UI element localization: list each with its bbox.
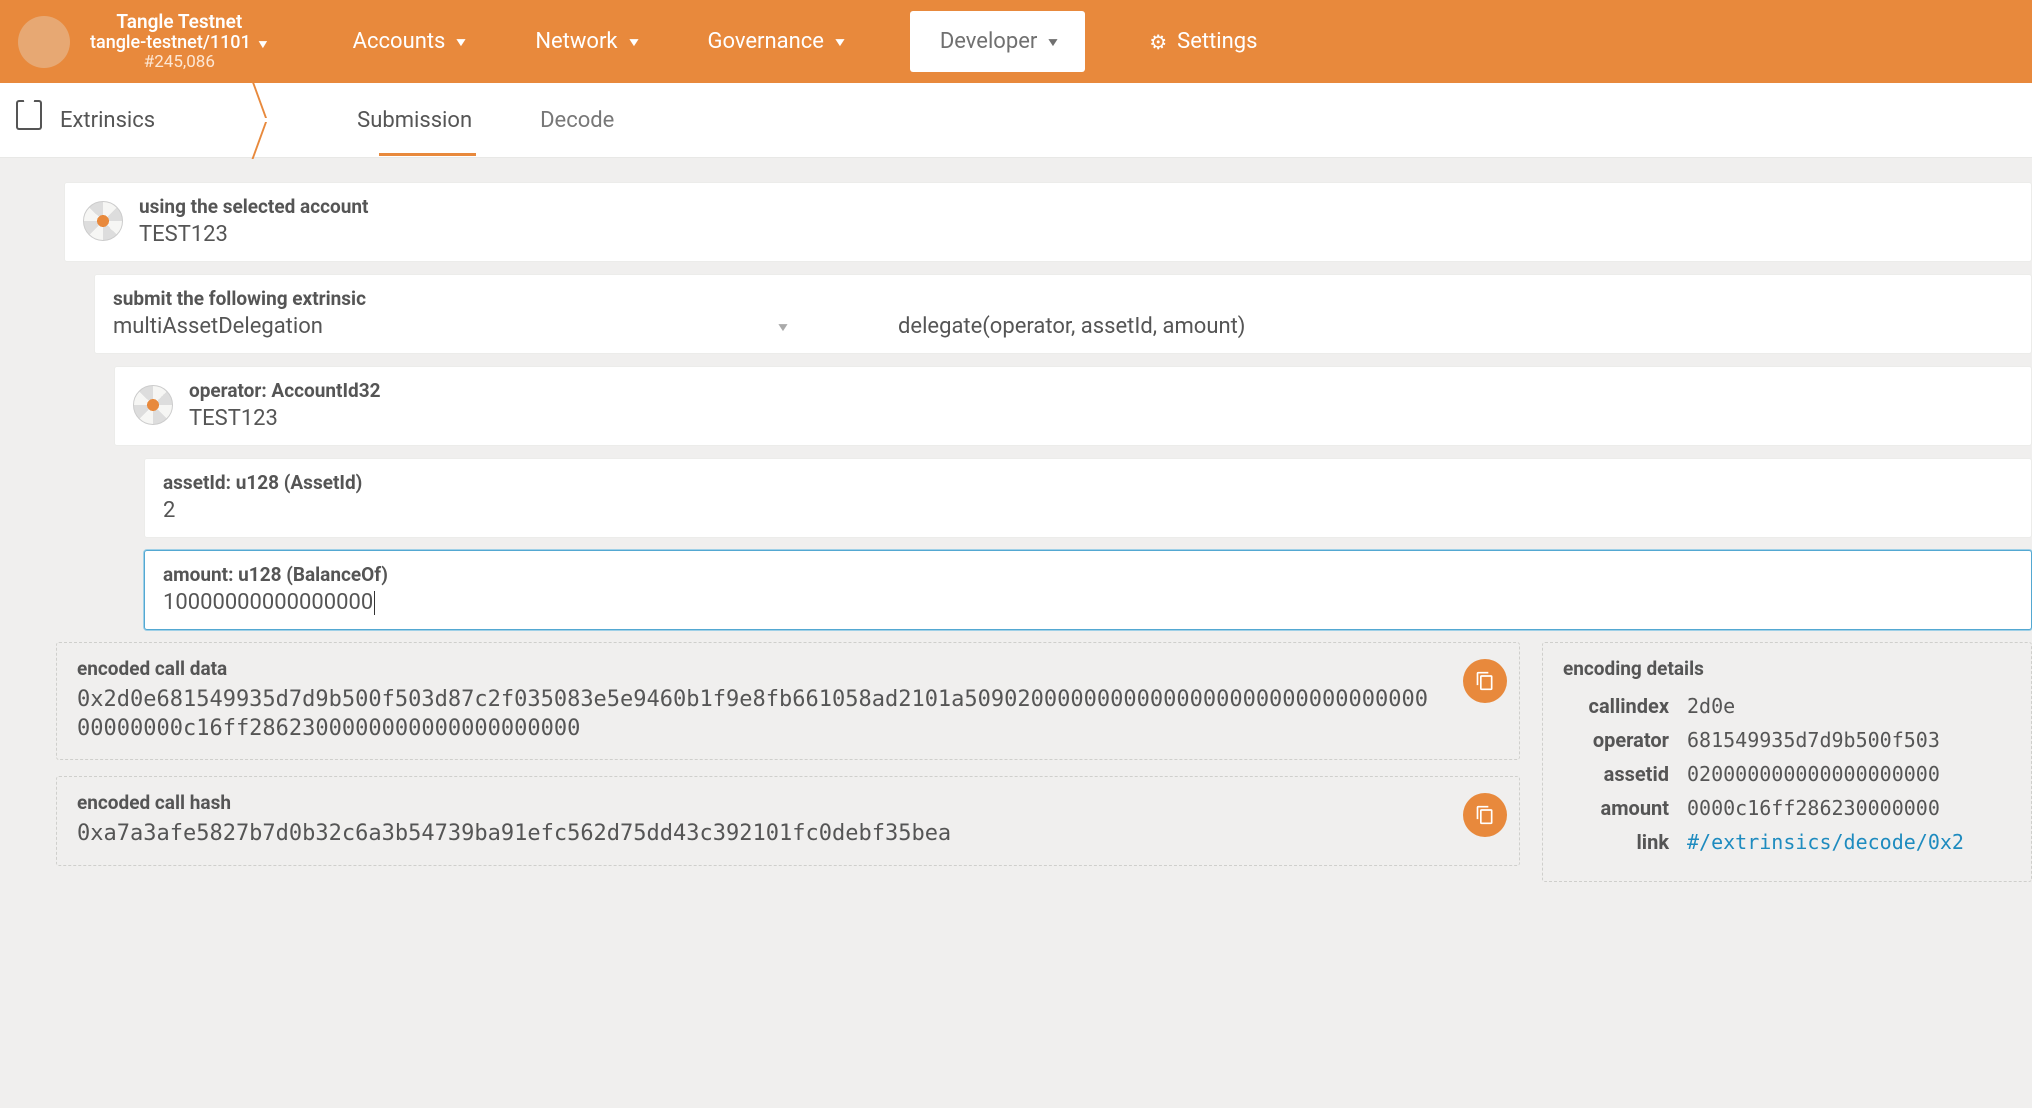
chain-name: Tangle Testnet [90, 12, 269, 33]
detail-assetid-key: assetid [1565, 758, 1685, 790]
pallet-value: multiAssetDelegation [113, 314, 763, 339]
encoded-call-data: encoded call data 0x2d0e681549935d7d9b50… [56, 642, 1520, 760]
operator-value: TEST123 [189, 406, 2013, 431]
call-value: delegate(operator, assetId, amount) [898, 314, 1245, 339]
details-label: encoding details [1563, 657, 2011, 680]
copy-calldata-button[interactable] [1463, 659, 1507, 703]
account-label: using the selected account [139, 195, 2013, 218]
chain-selector[interactable]: Tangle Testnet tangle-testnet/1101▼ #245… [90, 12, 269, 71]
account-value: TEST123 [139, 222, 2013, 247]
gear-icon: ⚙ [1149, 30, 1167, 54]
caret-down-icon: ▼ [454, 35, 469, 49]
detail-assetid-val: 020000000000000000000 [1687, 758, 2009, 790]
detail-callindex-key: callindex [1565, 690, 1685, 722]
caret-down-icon: ▼ [775, 320, 790, 334]
encoded-call-hash: encoded call hash 0xa7a3afe5827b7d0b32c6… [56, 776, 1520, 866]
detail-callindex-val: 2d0e [1687, 690, 2009, 722]
amount-label: amount: u128 (BalanceOf) [163, 563, 2013, 586]
pallet-select[interactable]: multiAssetDelegation ▼ [113, 314, 803, 339]
copy-callhash-button[interactable] [1463, 793, 1507, 837]
menu-network[interactable]: Network▼ [531, 21, 643, 62]
menu-developer[interactable]: Developer▼ [910, 11, 1085, 72]
operator-label: operator: AccountId32 [189, 379, 2013, 402]
amount-field[interactable]: amount: u128 (BalanceOf) 100000000000000… [144, 550, 2032, 630]
primary-menu: Accounts▼ Network▼ Governance▼ Developer… [349, 11, 2020, 72]
menu-governance[interactable]: Governance▼ [703, 21, 849, 62]
caret-down-icon: ▼ [256, 38, 270, 51]
caret-down-icon: ▼ [626, 35, 641, 49]
tab-submission[interactable]: Submission [353, 86, 476, 155]
page-title: Extrinsics [60, 108, 155, 133]
caret-down-icon: ▼ [1046, 35, 1061, 49]
chevron-separator-icon [265, 83, 305, 157]
tab-decode[interactable]: Decode [536, 86, 618, 155]
menu-accounts[interactable]: Accounts▼ [349, 21, 472, 62]
identicon [133, 385, 173, 425]
chain-block: #245,086 [90, 53, 269, 72]
call-select[interactable]: delegate(operator, assetId, amount) [898, 314, 1245, 339]
extrinsic-selector: submit the following extrinsic multiAsse… [94, 274, 2032, 354]
account-selector[interactable]: using the selected account TEST123 [64, 182, 2032, 262]
sub-nav: Extrinsics Submission Decode [0, 83, 2032, 158]
chain-logo [18, 16, 70, 68]
page-body: using the selected account TEST123 submi… [0, 158, 2032, 942]
copy-icon [1475, 671, 1495, 691]
caret-down-icon: ▼ [832, 35, 847, 49]
encoding-details: encoding details callindex 2d0e operator… [1542, 642, 2032, 882]
assetid-field[interactable]: assetId: u128 (AssetId) 2 [144, 458, 2032, 538]
amount-value: 10000000000000000 [163, 590, 2013, 615]
inbox-icon [16, 110, 42, 130]
extrinsic-label: submit the following extrinsic [113, 287, 2013, 310]
callhash-label: encoded call hash [77, 791, 1499, 814]
detail-amount-val: 0000c16ff286230000000 [1687, 792, 2009, 824]
chain-id: tangle-testnet/1101▼ [90, 33, 269, 53]
identicon [83, 201, 123, 241]
operator-field[interactable]: operator: AccountId32 TEST123 [114, 366, 2032, 446]
menu-settings[interactable]: ⚙ Settings [1145, 21, 1261, 62]
detail-operator-val: 681549935d7d9b500f503 [1687, 724, 2009, 756]
calldata-value: 0x2d0e681549935d7d9b500f503d87c2f035083e… [77, 686, 1499, 743]
detail-link-key: link [1565, 826, 1685, 858]
detail-link-val[interactable]: #/extrinsics/decode/0x2 [1687, 830, 1964, 854]
encoding-area: encoded call data 0x2d0e681549935d7d9b50… [28, 642, 2032, 882]
assetid-label: assetId: u128 (AssetId) [163, 471, 2013, 494]
calldata-label: encoded call data [77, 657, 1499, 680]
callhash-value: 0xa7a3afe5827b7d0b32c6a3b54739ba91efc562… [77, 820, 1499, 849]
detail-operator-key: operator [1565, 724, 1685, 756]
top-nav: Tangle Testnet tangle-testnet/1101▼ #245… [0, 0, 2032, 83]
detail-amount-key: amount [1565, 792, 1685, 824]
copy-icon [1475, 805, 1495, 825]
assetid-value: 2 [163, 498, 2013, 523]
